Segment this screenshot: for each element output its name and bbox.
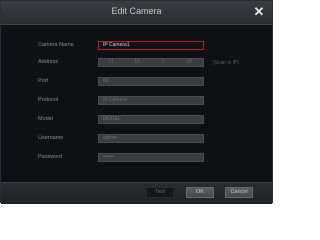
ip-segment-4[interactable]: 93 [179, 59, 199, 66]
ip-segment-2[interactable]: 16 [127, 59, 147, 66]
address-hint: (Scan is IP) [213, 60, 239, 66]
model-select[interactable]: MODEL [98, 115, 204, 124]
ok-button[interactable]: OK [186, 187, 214, 198]
username-label: Username [38, 135, 64, 141]
address-label: Address [38, 59, 59, 65]
password-input[interactable]: •••••• [98, 153, 204, 162]
ip-segment-3[interactable]: 7 [153, 59, 173, 66]
password-label: Password [38, 154, 63, 160]
cancel-button[interactable]: Cancel [225, 187, 253, 198]
protocol-select[interactable]: IP Camera [98, 96, 204, 105]
port-input[interactable]: 80 [98, 77, 204, 86]
port-label: Port [38, 78, 49, 84]
model-label: Model [38, 116, 53, 122]
camera-name-label: Camera Name [38, 42, 74, 48]
test-button[interactable]: Test [146, 187, 174, 198]
camera-form: Camera Name IP Camera1 Address 11 16 7 9… [1, 1, 274, 204]
address-input[interactable]: 11 16 7 93 [98, 58, 204, 67]
ip-segment-1[interactable]: 11 [101, 59, 121, 66]
camera-name-input[interactable]: IP Camera1 [98, 41, 204, 50]
protocol-label: Protocol [38, 97, 59, 103]
edit-camera-dialog: Edit Camera ✕ Camera Name IP Camera1 Add… [0, 0, 274, 204]
username-input[interactable]: admin [98, 134, 204, 143]
